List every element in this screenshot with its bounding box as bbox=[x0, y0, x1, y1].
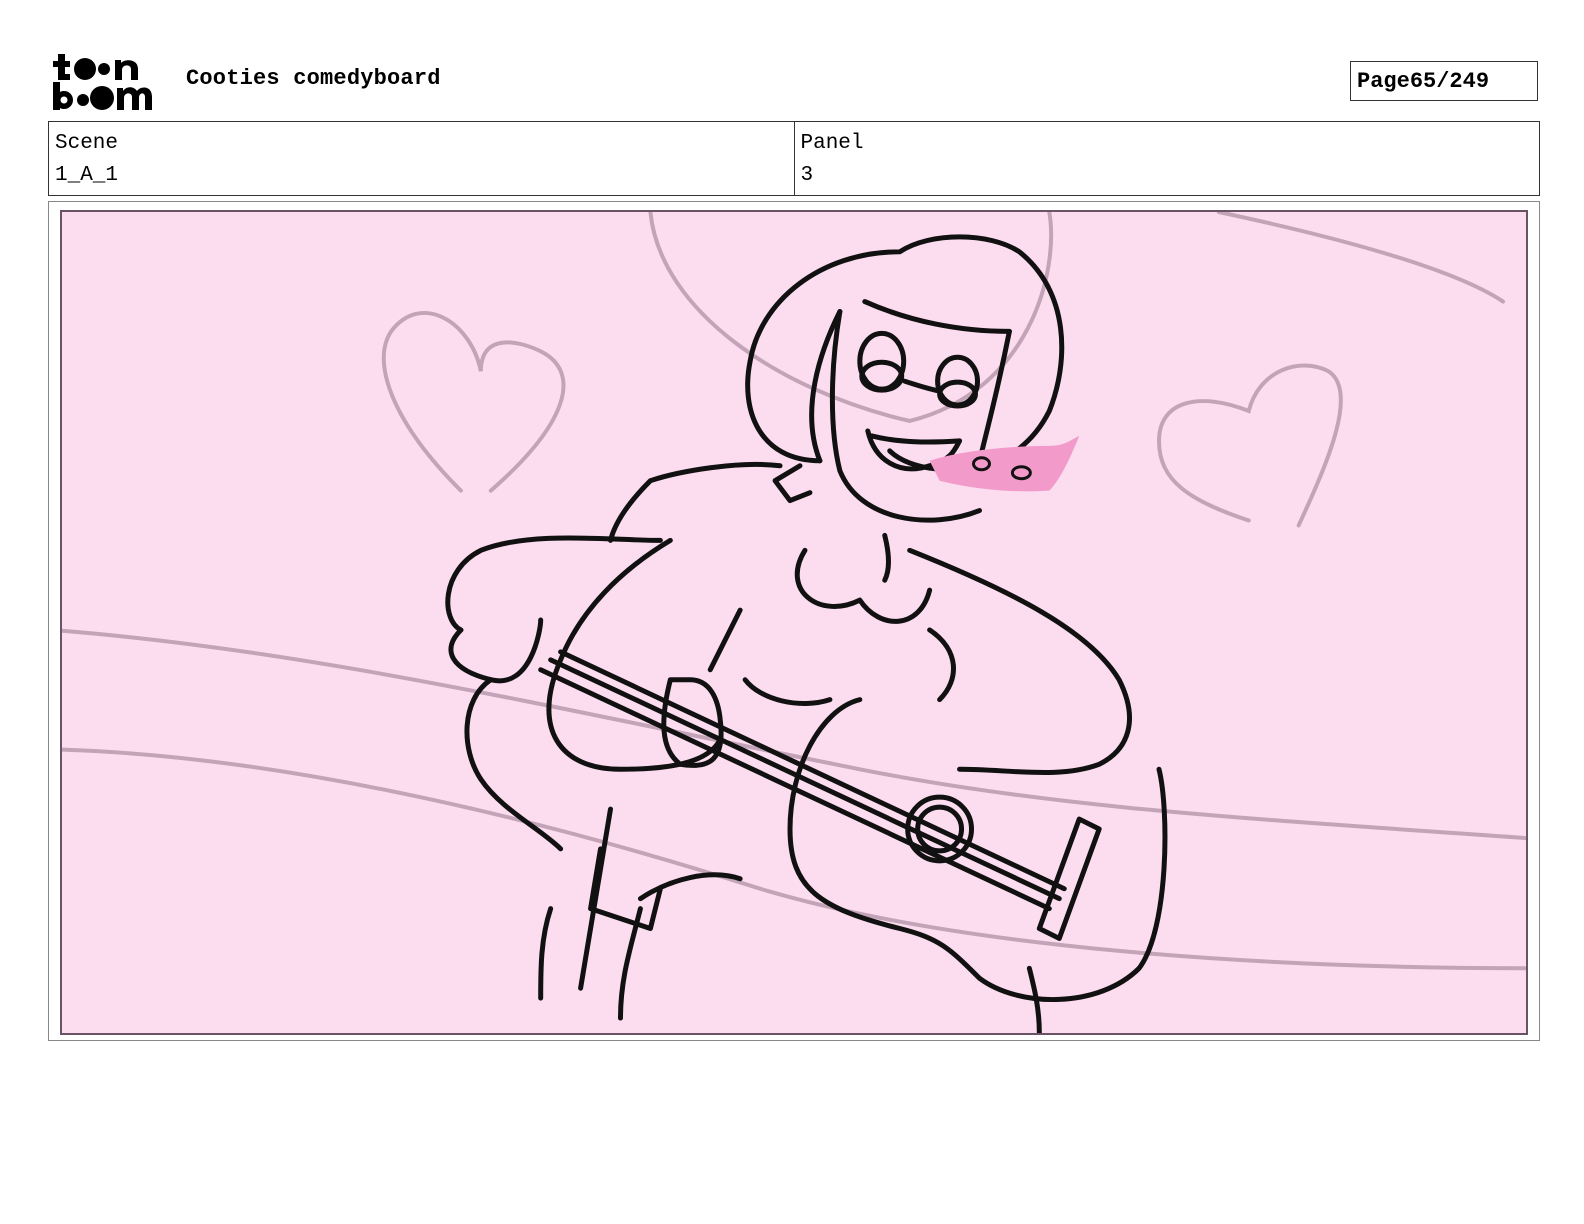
scene-panel-table: Scene 1_A_1 Panel 3 bbox=[48, 121, 1540, 196]
scene-cell: Scene 1_A_1 bbox=[49, 122, 794, 195]
page-indicator: Page 65/249 bbox=[1350, 61, 1538, 101]
scene-value: 1_A_1 bbox=[55, 164, 119, 187]
blush-mark bbox=[929, 435, 1080, 492]
panel-label: Panel bbox=[800, 132, 864, 155]
storyboard-panel-image bbox=[60, 210, 1528, 1035]
character-linework bbox=[445, 234, 1168, 1033]
panel-value: 3 bbox=[800, 164, 814, 187]
heart-right bbox=[1157, 363, 1343, 528]
storyboard-drawing bbox=[62, 212, 1526, 1033]
panel-cell: Panel 3 bbox=[793, 122, 1540, 195]
toon-boom-logo bbox=[53, 54, 152, 110]
document-title: Cooties comedyboard bbox=[186, 66, 441, 91]
scene-label: Scene bbox=[55, 132, 119, 155]
heart-left bbox=[381, 311, 566, 493]
page-label: Page bbox=[1357, 68, 1410, 94]
page-number: 65/249 bbox=[1409, 68, 1490, 94]
